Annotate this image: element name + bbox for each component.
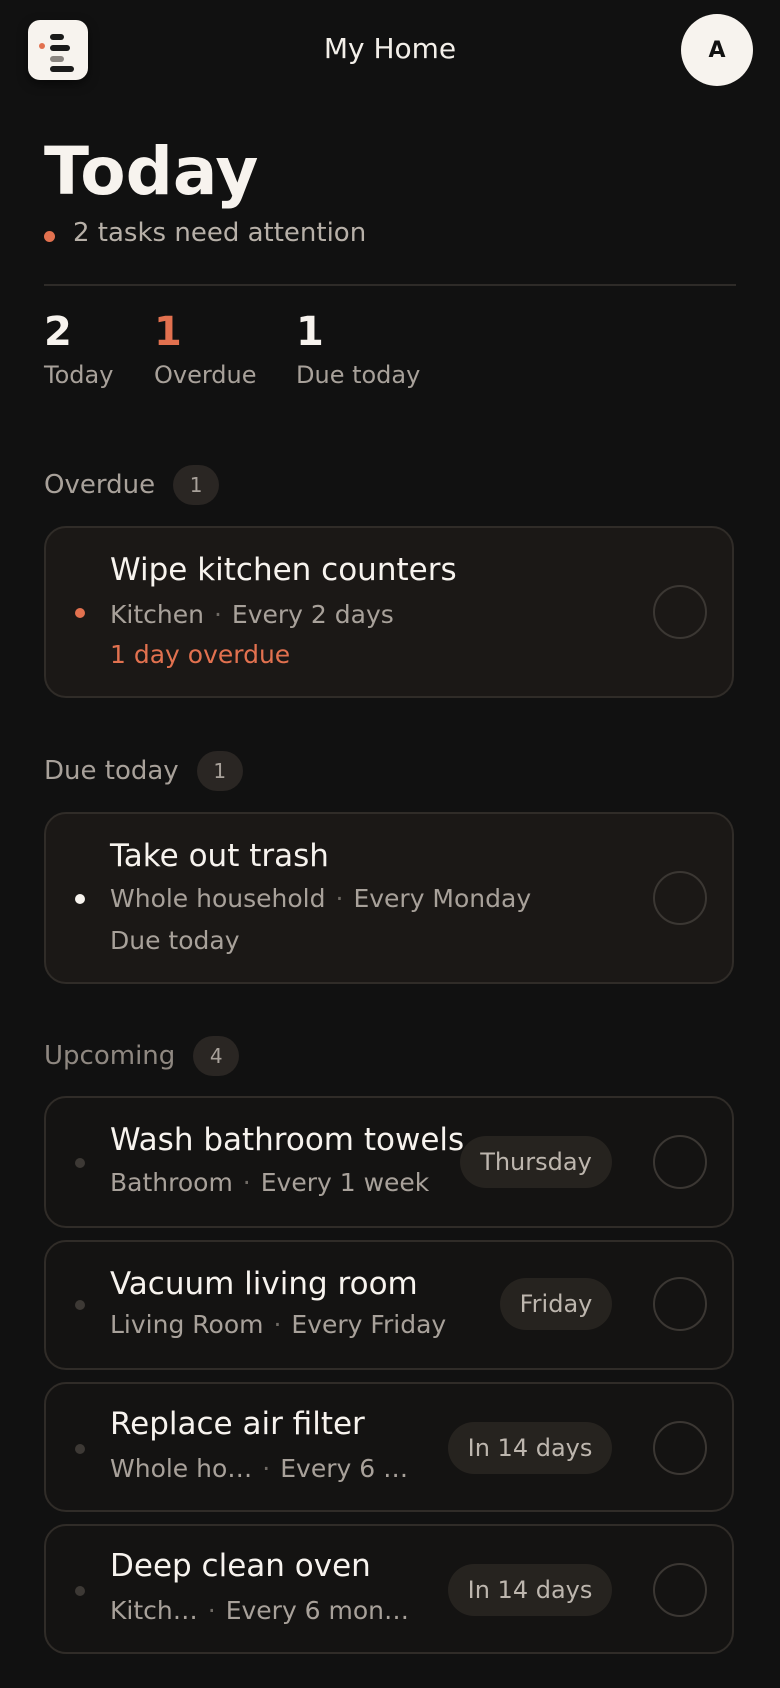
due-date-badge: Friday — [500, 1278, 612, 1330]
section-upcoming-header: Upcoming 4 — [44, 1036, 240, 1076]
task-title: Wipe kitchen counters — [110, 552, 457, 588]
stat-value: 1 — [296, 309, 324, 355]
task-card[interactable]: Deep clean oven Kitch… · Every 6 mon… In 1… — [44, 1524, 734, 1654]
task-room: Living Room — [110, 1310, 264, 1339]
section-label: Due today — [44, 756, 179, 786]
circle-check-icon[interactable] — [653, 1135, 707, 1189]
stat-today: 2 Today — [44, 306, 113, 392]
task-frequency: Every 1 week — [260, 1168, 430, 1197]
stat-overdue: 1 Overdue — [154, 306, 257, 392]
task-room: Whole household — [110, 884, 326, 913]
section-label: Upcoming — [44, 1041, 176, 1071]
circle-check-icon[interactable] — [653, 871, 707, 925]
meta-separator: · — [273, 1310, 282, 1339]
stat-label: Overdue — [154, 361, 257, 389]
task-meta: Kitch… · Every 6 mon… — [110, 1596, 409, 1625]
status-dot-icon — [75, 1586, 85, 1596]
meta-separator: · — [242, 1168, 251, 1197]
status-dot-icon — [75, 1158, 85, 1168]
due-date-badge: In 14 days — [448, 1422, 612, 1474]
task-card[interactable]: Wash bathroom towels Bathroom · Every 1 we… — [44, 1096, 734, 1228]
task-title: Deep clean oven — [110, 1548, 371, 1584]
task-meta: Whole household · Every Monday — [110, 884, 531, 913]
task-status: Due today — [110, 926, 240, 955]
circle-check-icon[interactable] — [653, 1277, 707, 1331]
task-title: Wash bathroom towels — [110, 1122, 465, 1158]
circle-check-icon[interactable] — [653, 585, 707, 639]
task-room: Bathroom — [110, 1168, 233, 1197]
section-count-badge: 1 — [196, 751, 243, 791]
status-dot-icon — [44, 230, 55, 242]
meta-separator: · — [213, 600, 222, 629]
section-due-today-header: Due today 1 — [44, 751, 243, 791]
task-room: Kitch… — [110, 1596, 198, 1625]
stat-value: 1 — [154, 309, 182, 355]
task-meta: Living Room · Every Friday — [110, 1310, 446, 1339]
meta-separator: · — [262, 1454, 271, 1483]
attention-text: 2 tasks need attention — [73, 218, 367, 248]
status-dot-icon — [75, 894, 85, 904]
task-title: Vacuum living room — [110, 1266, 418, 1302]
circle-check-icon[interactable] — [653, 1421, 707, 1475]
task-frequency: Every Friday — [291, 1310, 447, 1339]
task-card[interactable]: Wipe kitchen counters Kitchen · Every 2 da… — [44, 526, 734, 698]
due-date-badge: In 14 days — [448, 1564, 612, 1616]
status-dot-icon — [75, 1300, 85, 1310]
stat-due-today: 1 Due today — [296, 306, 420, 392]
status-dot-icon — [75, 608, 85, 618]
task-meta: Whole ho… · Every 6 … — [110, 1454, 408, 1483]
section-overdue-header: Overdue 1 — [44, 465, 220, 505]
stat-label: Today — [44, 361, 114, 389]
task-meta: Kitchen · Every 2 days — [110, 600, 394, 629]
task-card[interactable]: Vacuum living room Living Room · Every Fri… — [44, 1240, 734, 1370]
task-meta: Bathroom · Every 1 week — [110, 1168, 429, 1197]
task-room: Whole ho… — [110, 1454, 253, 1483]
task-frequency: Every 6 … — [280, 1454, 409, 1483]
task-card[interactable]: Take out trash Whole household · Every Mon… — [44, 812, 734, 984]
task-frequency: Every 6 mon… — [225, 1596, 410, 1625]
task-card[interactable]: Replace air filter Whole ho… · Every 6 … I… — [44, 1382, 734, 1512]
stat-value: 2 — [44, 309, 72, 355]
circle-check-icon[interactable] — [653, 1563, 707, 1617]
task-title: Take out trash — [110, 838, 329, 874]
meta-separator: · — [335, 884, 344, 913]
task-room: Kitchen — [110, 600, 204, 629]
task-frequency: Every Monday — [353, 884, 532, 913]
section-count-badge: 1 — [173, 465, 220, 505]
avatar[interactable]: A — [681, 14, 753, 86]
task-title: Replace air filter — [110, 1406, 365, 1442]
home-title[interactable]: My Home — [0, 32, 780, 65]
page-title: Today — [44, 133, 259, 210]
status-dot-icon — [75, 1444, 85, 1454]
stat-label: Due today — [296, 361, 421, 389]
section-label: Overdue — [44, 470, 156, 500]
attention-summary: 2 tasks need attention — [44, 218, 366, 248]
task-status: 1 day overdue — [110, 640, 291, 669]
divider — [44, 284, 736, 286]
section-count-badge: 4 — [193, 1036, 240, 1076]
task-frequency: Every 2 days — [231, 600, 394, 629]
meta-separator: · — [207, 1596, 216, 1625]
due-date-badge: Thursday — [460, 1136, 612, 1188]
top-bar: My Home A — [0, 0, 780, 100]
